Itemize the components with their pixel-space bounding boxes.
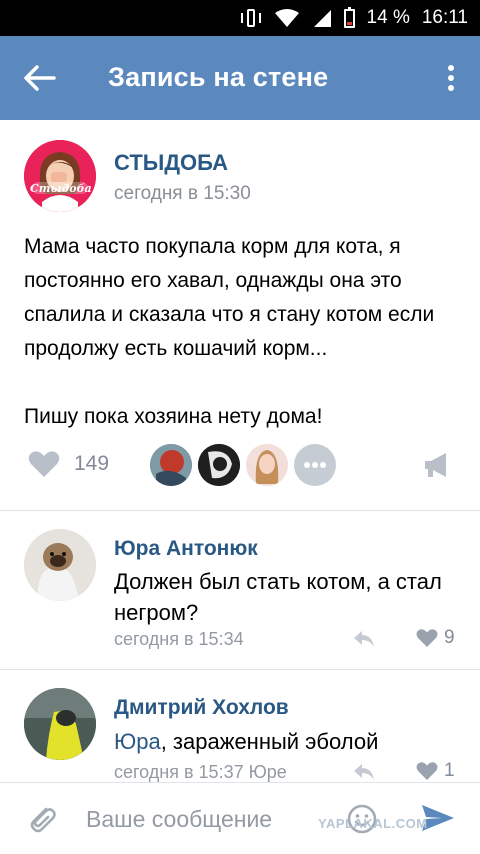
post-author-avatar[interactable]: Стыдоба — [24, 140, 96, 212]
more-menu-button[interactable] — [440, 62, 462, 94]
comment-like-button[interactable]: 1 — [416, 760, 455, 782]
more-vertical-icon — [440, 65, 462, 91]
comment-like-count: 1 — [444, 760, 455, 781]
post-author-name[interactable]: СТЫДОБА — [114, 150, 228, 176]
comment-author-name[interactable]: Юра Антонюк — [114, 537, 258, 561]
liker-avatar[interactable] — [150, 444, 192, 486]
comment-like-button[interactable]: 9 — [416, 627, 455, 649]
comment-author-avatar[interactable] — [24, 688, 96, 760]
comment-like-count: 9 — [444, 627, 455, 648]
attach-button[interactable] — [26, 803, 58, 835]
paperclip-icon — [30, 807, 56, 833]
status-bar: 14 % 16:11 — [0, 0, 480, 36]
share-button[interactable] — [422, 450, 452, 480]
battery-percent: 14 % — [366, 7, 410, 28]
back-arrow-icon — [24, 65, 56, 91]
post-actions: 149 — [0, 442, 480, 490]
more-likers-button[interactable] — [294, 444, 336, 486]
mention-link[interactable]: Юра — [114, 729, 161, 754]
back-button[interactable] — [22, 60, 62, 96]
heart-icon — [416, 762, 438, 780]
reply-arrow-icon — [354, 631, 374, 647]
comment-text-body: , зараженный эболой — [160, 729, 379, 754]
comment-author-name[interactable]: Дмитрий Хохлов — [114, 696, 289, 720]
comment-text: Должен был стать котом, а стал негром? — [114, 569, 442, 625]
comment-text: Юра, зараженный эболой — [114, 726, 454, 757]
signal-icon — [313, 10, 331, 27]
liker-avatar[interactable] — [198, 444, 240, 486]
heart-icon — [416, 629, 438, 647]
watermark: YAPLAKAL.COM — [318, 816, 428, 831]
page-title: Запись на стене — [108, 62, 329, 92]
post-paragraph: Пишу пока хозяина нету дома! — [24, 405, 323, 428]
comment: Юра Антонюк Должен был стать котом, а ст… — [0, 511, 480, 667]
megaphone-icon — [425, 453, 446, 477]
post-timestamp: сегодня в 15:30 — [114, 183, 251, 204]
like-count: 149 — [74, 452, 110, 475]
vibrate-icon — [240, 9, 262, 27]
heart-icon — [28, 451, 60, 477]
reply-arrow-icon — [354, 764, 374, 780]
post-text: Мама часто покупала корм для кота, я пос… — [24, 230, 464, 434]
post-paragraph: Мама часто покупала корм для кота, я пос… — [24, 235, 435, 360]
comment-timestamp: сегодня в 15:37 Юре — [114, 762, 287, 782]
avatar-caption: Стыдоба — [30, 182, 92, 195]
comment-author-avatar[interactable] — [24, 529, 96, 601]
clock: 16:11 — [421, 7, 468, 28]
reply-button[interactable] — [352, 762, 376, 782]
comment-timestamp: сегодня в 15:34 — [114, 629, 244, 649]
like-button[interactable]: 149 — [28, 450, 109, 478]
battery-icon — [343, 6, 355, 28]
reply-button[interactable] — [352, 629, 376, 649]
app-bar: Запись на стене — [0, 36, 480, 120]
wifi-icon — [274, 9, 299, 27]
message-input[interactable] — [86, 801, 326, 837]
girl-logo-icon — [24, 140, 96, 212]
liker-avatar[interactable] — [246, 444, 288, 486]
